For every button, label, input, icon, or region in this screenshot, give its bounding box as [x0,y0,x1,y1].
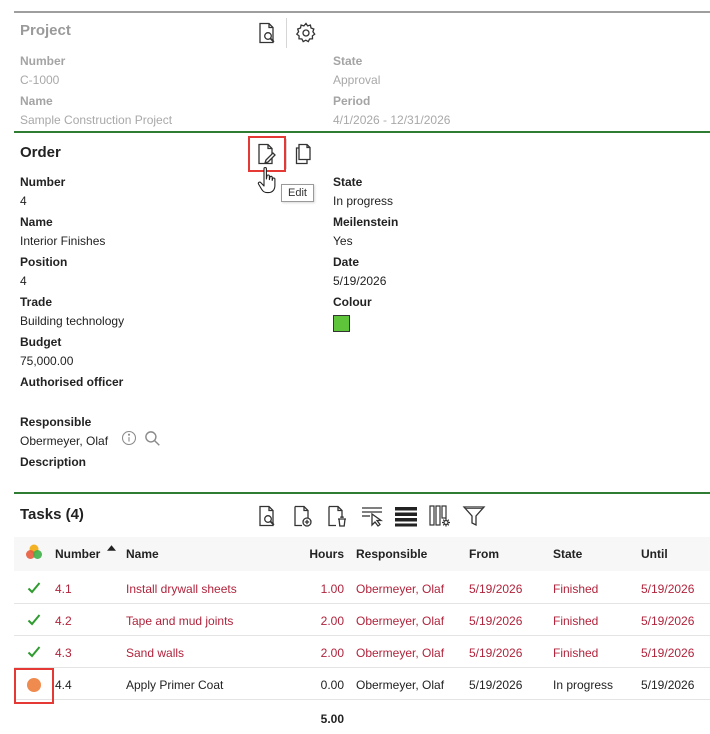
check-icon [27,613,41,630]
toolbar-separator [286,18,287,48]
document-search-icon[interactable] [253,19,281,47]
document-search-icon[interactable] [253,502,281,530]
select-cursor-icon[interactable] [358,502,386,530]
order-responsible-value: Obermeyer, Olaf [20,434,109,448]
project-number-value: C-1000 [20,73,60,87]
sort-ascending-icon [107,540,116,554]
order-description-label: Description [20,455,87,469]
task-until: 5/19/2026 [641,646,695,660]
order-authorised-officer-label: Authorised officer [20,375,124,389]
order-date-label: Date [333,255,360,269]
document-delete-icon[interactable] [322,502,350,530]
task-responsible: Obermeyer, Olaf [356,582,445,596]
task-from: 5/19/2026 [469,582,523,596]
task-until: 5/19/2026 [641,614,695,628]
task-from: 5/19/2026 [469,678,523,692]
order-position-value: 4 [20,274,27,288]
task-number: 4.4 [55,678,72,692]
order-trade-label: Trade [20,295,53,309]
task-name: Tape and mud joints [126,614,234,628]
task-name: Sand walls [126,646,185,660]
task-state: Finished [553,614,599,628]
colour-swatch [333,315,350,332]
task-hours: 1.00 [320,582,344,596]
order-date-value: 5/19/2026 [333,274,387,288]
order-budget-value: 75,000.00 [20,354,74,368]
multicolor-status-icon[interactable] [25,543,43,561]
task-hours: 2.00 [320,614,344,628]
order-name-label: Name [20,215,53,229]
task-until: 5/19/2026 [641,582,695,596]
check-icon [27,581,41,598]
order-position-label: Position [20,255,68,269]
project-state-label: State [333,54,363,68]
tasks-top-divider [14,492,710,494]
task-state: Finished [553,646,599,660]
column-header-responsible[interactable]: Responsible [356,547,427,561]
total-hours: 5.00 [320,712,344,726]
order-title: Order [20,144,61,161]
project-top-divider [14,11,710,13]
project-number-label: Number [20,54,66,68]
task-name: Install drywall sheets [126,582,237,596]
status-highlight-box [14,668,54,704]
order-responsible-label: Responsible [20,415,92,429]
project-name-label: Name [20,94,53,108]
task-responsible: Obermeyer, Olaf [356,646,445,660]
order-milestone-label: Meilenstein [333,215,399,229]
column-header-state[interactable]: State [553,547,582,561]
search-icon[interactable] [143,429,161,447]
task-number: 4.2 [55,614,72,628]
task-until: 5/19/2026 [641,678,695,692]
column-header-hours[interactable]: Hours [304,547,344,561]
toolbar-separator [286,139,287,169]
task-from: 5/19/2026 [469,646,523,660]
column-header-name[interactable]: Name [126,547,159,561]
order-name-value: Interior Finishes [20,234,106,248]
task-number: 4.3 [55,646,72,660]
task-hours: 0.00 [320,678,344,692]
copy-document-icon[interactable] [290,140,318,168]
order-top-divider [14,131,710,133]
column-header-from[interactable]: From [469,547,499,561]
order-trade-value: Building technology [20,314,125,328]
column-header-number[interactable]: Number [55,547,100,561]
order-state-label: State [333,175,363,189]
column-header-until[interactable]: Until [641,547,668,561]
project-name-value: Sample Construction Project [20,113,173,127]
order-number-label: Number [20,175,66,189]
order-number-value: 4 [20,194,27,208]
filter-icon[interactable] [460,502,488,530]
document-add-icon[interactable] [288,502,316,530]
gear-icon[interactable] [292,19,320,47]
order-milestone-value: Yes [333,234,353,248]
order-colour-label: Colour [333,295,372,309]
order-state-value: In progress [333,194,394,208]
tasks-title: Tasks (4) [20,506,84,523]
check-icon [27,645,41,662]
task-responsible: Obermeyer, Olaf [356,614,445,628]
project-period-value: 4/1/2026 - 12/31/2026 [333,113,451,127]
project-title: Project [20,22,71,39]
hand-cursor-icon [256,165,282,197]
columns-settings-icon[interactable] [426,502,454,530]
task-hours: 2.00 [320,646,344,660]
rows-icon[interactable] [392,502,420,530]
task-responsible: Obermeyer, Olaf [356,678,445,692]
project-state-value: Approval [333,73,381,87]
task-state: In progress [553,678,614,692]
task-state: Finished [553,582,599,596]
order-budget-label: Budget [20,335,62,349]
task-from: 5/19/2026 [469,614,523,628]
info-icon[interactable] [120,429,138,447]
edit-tooltip: Edit [281,184,314,202]
project-period-label: Period [333,94,371,108]
task-number: 4.1 [55,582,72,596]
task-name: Apply Primer Coat [126,678,224,692]
